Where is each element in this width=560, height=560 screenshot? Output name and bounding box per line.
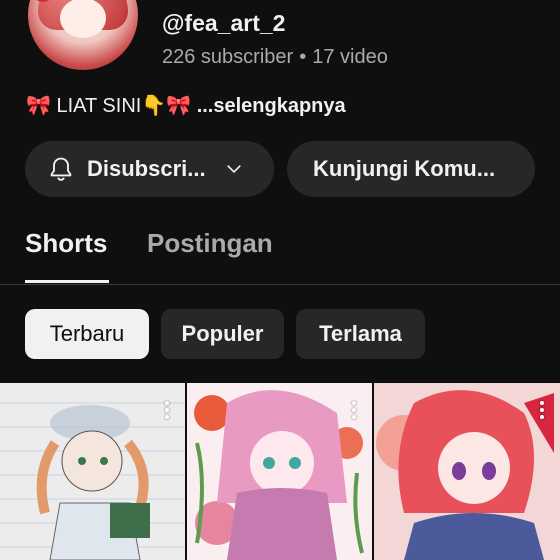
colorful-artwork: [194, 390, 364, 560]
subscribed-label: Disubscri...: [87, 156, 206, 181]
pointing-down-emoji: 👇: [141, 93, 167, 117]
filter-chip-terlama[interactable]: Terlama: [296, 309, 425, 359]
visit-community-button[interactable]: Kunjungi Komu...: [287, 141, 535, 197]
chevron-down-icon: [226, 165, 241, 173]
short-thumbnail[interactable]: [187, 383, 372, 560]
ribbon-emoji-left: 🎀: [26, 93, 51, 117]
channel-avatar[interactable]: [26, 0, 140, 72]
channel-stats: 226 subscriber • 17 video: [162, 46, 388, 69]
ribbon-emoji-right: 🎀: [166, 93, 192, 117]
sketch-artwork: [0, 402, 185, 560]
more-vertical-icon[interactable]: [352, 401, 358, 421]
tab-shorts[interactable]: Shorts: [25, 228, 107, 259]
channel-tabs: Shorts Postingan: [0, 228, 560, 284]
red-hair-artwork: [374, 383, 560, 560]
subscriber-count: 226 subscriber: [162, 46, 294, 68]
tab-postingan[interactable]: Postingan: [147, 228, 273, 259]
more-vertical-icon[interactable]: [165, 401, 171, 421]
active-tab-indicator: [25, 280, 109, 283]
subscribed-button[interactable]: Disubscri...: [25, 141, 274, 197]
tabs-divider: [0, 284, 560, 285]
description-text: LIAT SINI: [56, 95, 142, 117]
visit-community-label: Kunjungi Komu...: [313, 156, 496, 181]
show-more-link[interactable]: ...selengkapnya: [197, 95, 346, 117]
short-thumbnail[interactable]: [0, 383, 185, 560]
video-count: 17 video: [312, 46, 388, 68]
more-vertical-icon[interactable]: [540, 401, 546, 421]
channel-handle: @fea_art_2: [162, 10, 286, 36]
channel-description[interactable]: 🎀 LIAT SINI👇🎀 ...selengkapnya: [26, 93, 346, 118]
filter-chip-populer[interactable]: Populer: [161, 309, 284, 359]
avatar-face: [60, 0, 106, 38]
stats-separator: •: [299, 46, 307, 68]
short-thumbnail[interactable]: [374, 383, 560, 560]
filter-chip-terbaru[interactable]: Terbaru: [25, 309, 149, 359]
bell-icon: [50, 157, 72, 181]
